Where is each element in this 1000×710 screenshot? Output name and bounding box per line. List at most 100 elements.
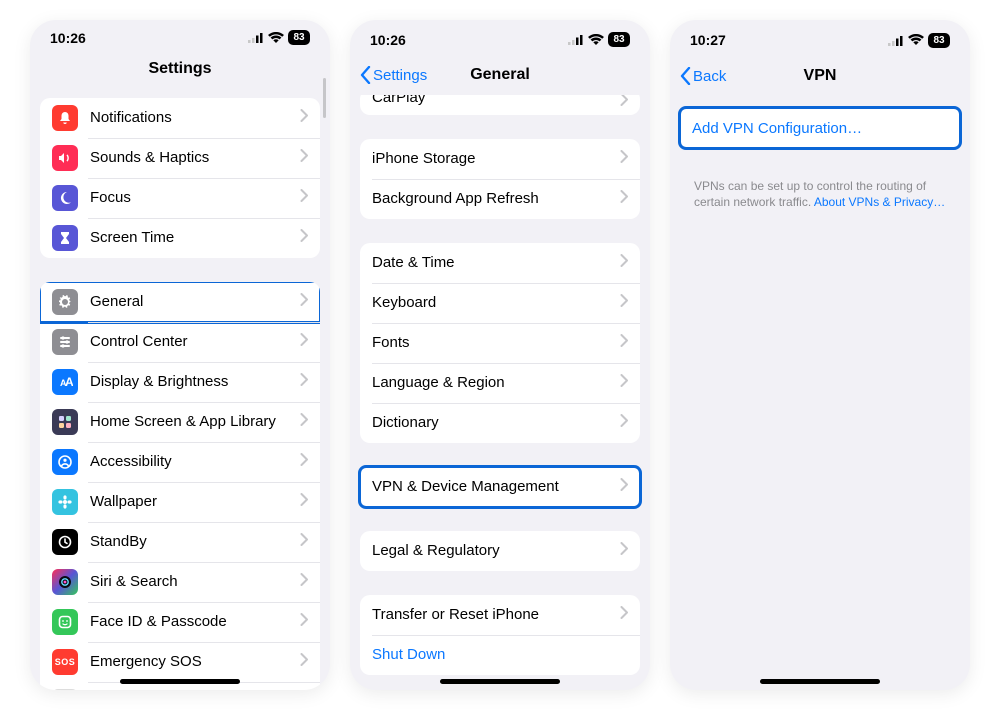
- chevron-right-icon: [300, 573, 308, 590]
- settings-row-sos[interactable]: SOSEmergency SOS: [40, 642, 320, 682]
- row-label: Siri & Search: [90, 573, 294, 590]
- page-title: General: [470, 66, 530, 84]
- vpn-content: Add VPN Configuration… VPNs can be set u…: [670, 96, 970, 690]
- settings-row-standby[interactable]: StandBy: [40, 522, 320, 562]
- row-label: Transfer or Reset iPhone: [372, 606, 614, 623]
- status-time: 10:26: [50, 30, 86, 46]
- nav-header: Settings: [30, 52, 330, 86]
- chevron-right-icon: [300, 653, 308, 670]
- status-icons: 83: [888, 33, 950, 48]
- row-label: Focus: [90, 189, 294, 206]
- battery-badge: 83: [608, 32, 630, 47]
- back-button[interactable]: Settings: [360, 56, 427, 95]
- settings-content: NotificationsSounds & Haptics Focus Screen…: [30, 86, 330, 690]
- list-row[interactable]: iPhone Storage: [360, 139, 640, 179]
- list-row[interactable]: Date & Time: [360, 243, 640, 283]
- cellular-icon: [888, 35, 904, 46]
- list-row[interactable]: Legal & Regulatory: [360, 531, 640, 571]
- settings-row-notifications[interactable]: Notifications: [40, 98, 320, 138]
- general-group-2: Date & Time Keyboard FontsLanguage & Regio…: [360, 243, 640, 443]
- chevron-right-icon: [300, 149, 308, 166]
- row-label: CarPlay: [372, 95, 614, 106]
- list-row[interactable]: Fonts: [360, 323, 640, 363]
- back-button[interactable]: Back: [680, 56, 726, 96]
- hourglass-icon: [52, 225, 78, 251]
- settings-group-1: NotificationsSounds & Haptics Focus Screen…: [40, 98, 320, 258]
- chevron-right-icon: [300, 453, 308, 470]
- home-indicator[interactable]: [760, 679, 880, 684]
- row-label: iPhone Storage: [372, 150, 614, 167]
- row-label: Screen Time: [90, 229, 294, 246]
- screen-general: 10:26 83 Settings General CarPlay iPhone…: [350, 20, 650, 690]
- settings-row-general[interactable]: General: [40, 282, 320, 322]
- add-vpn-label: Add VPN Configuration…: [692, 120, 948, 137]
- status-icons: 83: [568, 32, 630, 47]
- scrollbar-indicator[interactable]: [323, 78, 326, 118]
- row-label: Background App Refresh: [372, 190, 614, 207]
- chevron-right-icon: [300, 493, 308, 510]
- chevron-left-icon: [680, 67, 691, 85]
- settings-row-focus[interactable]: Focus: [40, 178, 320, 218]
- list-row[interactable]: Background App Refresh: [360, 179, 640, 219]
- settings-row-controlcenter[interactable]: Control Center: [40, 322, 320, 362]
- list-row[interactable]: VPN & Device Management: [360, 467, 640, 507]
- screen-vpn: 10:27 83 Back VPN Add VPN Configuration……: [670, 20, 970, 690]
- siri-icon: [52, 569, 78, 595]
- row-label: VPN & Device Management: [372, 478, 614, 495]
- svg-text:A: A: [65, 375, 73, 389]
- status-bar: 10:27 83: [670, 24, 970, 56]
- list-row[interactable]: Transfer or Reset iPhone: [360, 595, 640, 635]
- gear-icon: [52, 289, 78, 315]
- grid-icon: [52, 409, 78, 435]
- screen-settings: 10:26 83 Settings NotificationsSounds & …: [30, 20, 330, 690]
- bell-icon: [52, 105, 78, 131]
- row-label: Dictionary: [372, 414, 614, 431]
- add-vpn-group: Add VPN Configuration…: [680, 108, 960, 148]
- wifi-icon: [908, 34, 924, 46]
- nav-header: Back VPN: [670, 56, 970, 96]
- chevron-right-icon: [300, 109, 308, 126]
- status-bar: 10:26 83: [350, 24, 650, 56]
- chevron-left-icon: [360, 66, 371, 84]
- row-label: Accessibility: [90, 453, 294, 470]
- face-icon: [52, 609, 78, 635]
- chevron-right-icon: [620, 294, 628, 311]
- list-row[interactable]: Dictionary: [360, 403, 640, 443]
- cellular-icon: [568, 34, 584, 45]
- chevron-right-icon: [620, 478, 628, 495]
- row-label: General: [90, 293, 294, 310]
- text-a-icon: AA: [52, 369, 78, 395]
- speaker-icon: [52, 145, 78, 171]
- settings-row-homescreen[interactable]: Home Screen & App Library: [40, 402, 320, 442]
- chevron-right-icon: [620, 254, 628, 271]
- page-title: Settings: [148, 60, 211, 78]
- chevron-right-icon: [620, 606, 628, 623]
- list-row[interactable]: Language & Region: [360, 363, 640, 403]
- wifi-icon: [588, 34, 604, 46]
- chevron-right-icon: [300, 373, 308, 390]
- settings-row-screentime[interactable]: Screen Time: [40, 218, 320, 258]
- home-indicator[interactable]: [120, 679, 240, 684]
- row-label: Date & Time: [372, 254, 614, 271]
- list-row[interactable]: Keyboard: [360, 283, 640, 323]
- nav-header: Settings General: [350, 56, 650, 95]
- about-vpns-link[interactable]: About VPNs & Privacy…: [814, 195, 945, 209]
- person-icon: [52, 449, 78, 475]
- row-label: Shut Down: [372, 646, 628, 663]
- row-label: Wallpaper: [90, 493, 294, 510]
- settings-row-wallpaper[interactable]: Wallpaper: [40, 482, 320, 522]
- page-title: VPN: [804, 67, 837, 85]
- back-label: Settings: [373, 67, 427, 84]
- row-label: Keyboard: [372, 294, 614, 311]
- settings-row-accessibility[interactable]: Accessibility: [40, 442, 320, 482]
- list-row[interactable]: CarPlay: [360, 95, 640, 115]
- add-vpn-configuration-button[interactable]: Add VPN Configuration…: [680, 108, 960, 148]
- status-time: 10:26: [370, 32, 406, 48]
- row-label: Control Center: [90, 333, 294, 350]
- settings-row-faceid[interactable]: Face ID & Passcode: [40, 602, 320, 642]
- settings-row-siri[interactable]: Siri & Search: [40, 562, 320, 602]
- settings-row-display[interactable]: AADisplay & Brightness: [40, 362, 320, 402]
- home-indicator[interactable]: [440, 679, 560, 684]
- list-row[interactable]: Shut Down: [360, 635, 640, 675]
- settings-row-sounds[interactable]: Sounds & Haptics: [40, 138, 320, 178]
